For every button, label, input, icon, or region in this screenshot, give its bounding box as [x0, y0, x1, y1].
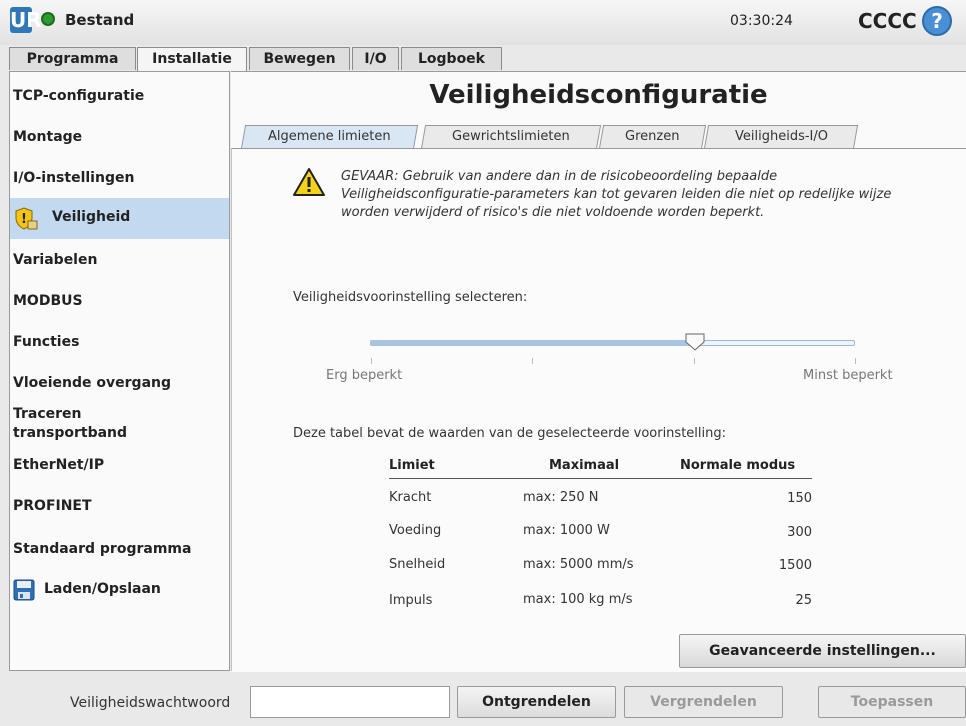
- table-cell-limit: Snelheid: [389, 557, 446, 572]
- slider-tick: [371, 358, 372, 364]
- warning-icon: [293, 168, 325, 196]
- tab-io[interactable]: I/O: [352, 47, 399, 70]
- warning-text: GEVAAR: Gebruik van andere dan in de ris…: [341, 169, 892, 220]
- table-header-normale-modus: Normale modus: [680, 458, 796, 473]
- table-cell-max: max: 5000 mm/s: [523, 557, 634, 572]
- table-header-limiet: Limiet: [389, 458, 435, 473]
- status-icon: [41, 12, 55, 26]
- file-title[interactable]: Bestand: [65, 11, 134, 29]
- sidebar-item-modbus[interactable]: MODBUS: [10, 293, 229, 309]
- table-cell-normal: 1500: [778, 558, 812, 573]
- slider-max-label: Minst beperkt: [803, 368, 893, 383]
- preset-slider-handle[interactable]: [685, 333, 705, 351]
- lock-button[interactable]: Vergrendelen: [624, 686, 783, 718]
- password-input[interactable]: [250, 686, 450, 718]
- unlock-button[interactable]: Ontgrendelen: [457, 686, 616, 718]
- table-cell-limit: Kracht: [389, 490, 432, 505]
- tab-installatie[interactable]: Installatie: [137, 47, 247, 71]
- tab-label: Gewrichtslimieten: [452, 129, 570, 144]
- clock: 03:30:24: [730, 13, 793, 29]
- tab-programma[interactable]: Programma: [9, 47, 136, 70]
- password-label: Veiligheidswachtwoord: [70, 695, 231, 711]
- table-cell-normal: 300: [787, 525, 812, 540]
- table-cell-max: max: 1000 W: [523, 523, 610, 538]
- sidebar-item-functies[interactable]: Functies: [10, 334, 229, 350]
- page-title: Veiligheidsconfiguratie: [429, 80, 768, 110]
- ur-logo: UR: [10, 7, 42, 33]
- sidebar-item-profinet[interactable]: PROFINET: [10, 498, 229, 514]
- tab-grenzen[interactable]: Grenzen: [598, 125, 707, 149]
- floppy-disk-icon: [13, 579, 35, 601]
- tab-algemene-limieten[interactable]: Algemene limieten: [240, 125, 419, 149]
- slider-tick: [694, 358, 695, 364]
- tab-label: Algemene limieten: [268, 129, 391, 144]
- table-intro: Deze tabel bevat de waarden van de gesel…: [293, 426, 726, 441]
- sidebar-item-traceren-transportband[interactable]: Traceren transportband: [10, 405, 150, 443]
- table-header-divider: [389, 478, 812, 479]
- tab-veiligheids-io[interactable]: Veiligheids-I/O: [703, 125, 859, 149]
- sidebar-item-io[interactable]: I/O-instellingen: [10, 170, 229, 186]
- shield-lock-icon: !: [15, 207, 38, 230]
- slider-tick: [532, 358, 533, 364]
- svg-text:!: !: [21, 212, 27, 227]
- table-cell-max: max: 100 kg m/s: [523, 592, 633, 607]
- preset-slider-fill: [370, 340, 695, 346]
- table-cell-max: max: 250 N: [523, 490, 599, 505]
- table-header-maximaal: Maximaal: [549, 458, 620, 473]
- table-cell-normal: 25: [795, 593, 812, 608]
- table-cell-limit: Impuls: [389, 593, 433, 608]
- tab-gewrichtslimieten[interactable]: Gewrichtslimieten: [420, 125, 602, 149]
- sidebar-item-ethernet-ip[interactable]: EtherNet/IP: [10, 457, 229, 473]
- help-icon[interactable]: ?: [922, 6, 952, 36]
- robot-name: CCCC: [858, 9, 917, 33]
- apply-button[interactable]: Toepassen: [818, 686, 966, 718]
- table-cell-normal: 150: [787, 491, 812, 506]
- sidebar-item-vloeiende-overgang[interactable]: Vloeiende overgang: [10, 375, 229, 391]
- sidebar-item-label: Veiligheid: [52, 209, 131, 225]
- sidebar-item-variabelen[interactable]: Variabelen: [10, 252, 229, 268]
- tab-label: Veiligheids-I/O: [734, 129, 828, 144]
- sidebar-item-montage[interactable]: Montage: [10, 129, 229, 145]
- sidebar-item-standaard-programma[interactable]: Standaard programma: [10, 541, 229, 557]
- tab-bewegen[interactable]: Bewegen: [249, 47, 350, 70]
- advanced-settings-button[interactable]: Geavanceerde instellingen...: [679, 634, 966, 668]
- tab-logboek[interactable]: Logboek: [401, 47, 502, 70]
- preset-label: Veiligheidsvoorinstelling selecteren:: [293, 290, 528, 305]
- sidebar-item-label: Laden/Opslaan: [44, 581, 161, 597]
- table-cell-limit: Voeding: [389, 523, 442, 538]
- tab-label: Grenzen: [625, 129, 680, 144]
- sidebar-item-veiligheid[interactable]: ! Veiligheid: [10, 198, 229, 239]
- sidebar-item-laden-opslaan[interactable]: Laden/Opslaan: [10, 575, 229, 605]
- title-bar: [0, 0, 966, 45]
- sidebar-item-tcp[interactable]: TCP-configuratie: [10, 88, 229, 104]
- slider-tick: [855, 358, 856, 364]
- sidebar: TCP-configuratie Montage I/O-instellinge…: [9, 71, 230, 671]
- slider-min-label: Erg beperkt: [326, 368, 403, 383]
